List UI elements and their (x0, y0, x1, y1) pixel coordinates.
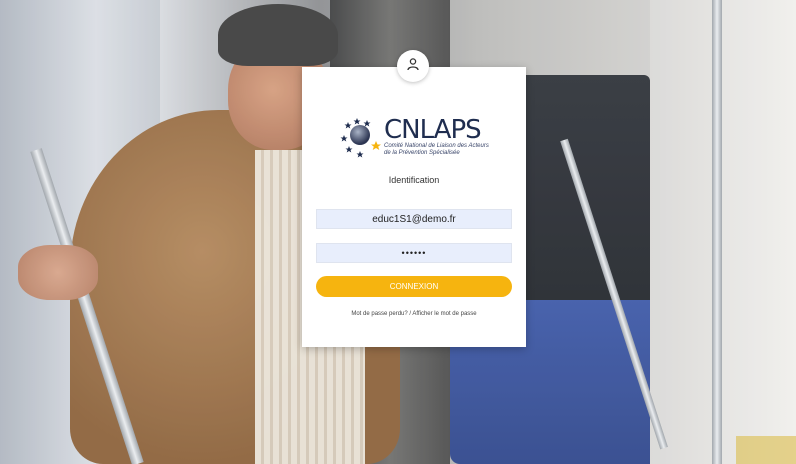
form-links: Mot de passe perdu? / Afficher le mot de… (302, 311, 526, 317)
avatar (397, 50, 429, 82)
login-button[interactable]: CONNEXION (316, 276, 512, 297)
form-heading: Identification (388, 175, 440, 185)
password-value: •••••• (401, 248, 427, 258)
password-field[interactable]: •••••• (316, 243, 512, 263)
email-value: educ1S1@demo.fr (372, 213, 456, 225)
cnlaps-logo: CNLAPS Comité National de Liaison des Ac… (340, 115, 490, 160)
forgot-password-link[interactable]: Mot de passe perdu? (351, 311, 407, 317)
login-button-label: CONNEXION (389, 282, 439, 291)
show-password-link[interactable]: Afficher le mot de passe (412, 311, 476, 317)
email-field[interactable]: educ1S1@demo.fr (316, 209, 512, 229)
logo-subtitle: Comité National de Liaison des Acteurs d… (384, 143, 489, 156)
logo-name: CNLAPS (384, 115, 482, 145)
user-icon (406, 57, 420, 76)
logo-globe-icon (340, 115, 384, 159)
login-card (302, 67, 526, 347)
